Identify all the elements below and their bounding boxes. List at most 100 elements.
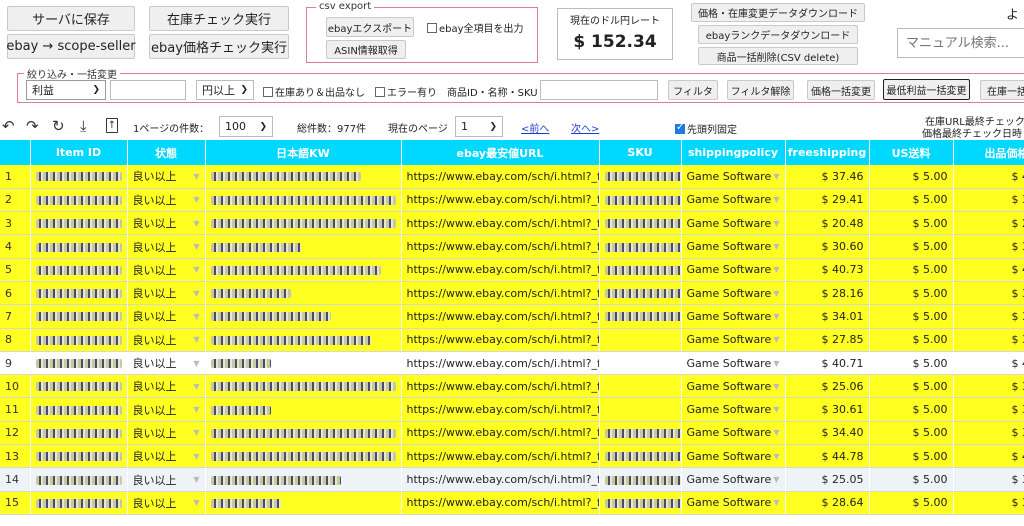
shipping-policy-cell[interactable]: Game Software ▼ xyxy=(681,397,786,422)
item-id-cell[interactable] xyxy=(30,467,128,492)
freeshipping-cell[interactable]: $ 25.06 xyxy=(785,374,870,399)
ebay-url-cell[interactable]: https://www.ebay.com/sch/i.html?_fror xyxy=(401,328,600,352)
item-id-cell[interactable] xyxy=(30,281,128,306)
item-id-cell[interactable] xyxy=(30,165,128,189)
condition-cell[interactable]: 良い以上 ▼ xyxy=(127,374,206,399)
prev-page-link[interactable]: <前へ xyxy=(521,120,549,135)
item-id-cell[interactable] xyxy=(30,491,128,515)
table-row[interactable]: 9 良い以上 ▼ https://www.ebay.com/sch/i.html?… xyxy=(0,351,1024,376)
condition-cell[interactable]: 良い以上 ▼ xyxy=(127,281,206,306)
listing-price-cell[interactable]: $ 45. xyxy=(953,258,1024,282)
us-shipping-cell[interactable]: $ 5.00 xyxy=(869,188,954,213)
table-row[interactable]: 8 良い以上 ▼ https://www.ebay.com/sch/i.html?… xyxy=(0,328,1024,352)
item-id-cell[interactable] xyxy=(30,304,128,329)
shipping-policy-cell[interactable]: Game Software ▼ xyxy=(681,165,786,189)
sku-cell[interactable] xyxy=(599,421,682,446)
us-shipping-cell[interactable]: $ 5.00 xyxy=(869,165,954,189)
listing-price-cell[interactable]: $ 32. xyxy=(953,328,1024,352)
us-shipping-cell[interactable]: $ 5.00 xyxy=(869,374,954,399)
table-row[interactable]: 12 良い以上 ▼ https://www.ebay.com/sch/i.html… xyxy=(0,421,1024,446)
table-row[interactable]: 7 良い以上 ▼ https://www.ebay.com/sch/i.html?… xyxy=(0,304,1024,329)
condition-cell[interactable]: 良い以上 ▼ xyxy=(127,165,206,189)
ebay-export-button[interactable]: ebayエクスポート xyxy=(326,17,414,37)
column-header[interactable]: US送料 xyxy=(869,140,954,165)
error-checkbox[interactable]: エラー有り xyxy=(375,84,437,99)
checkbox-box[interactable] xyxy=(675,122,685,134)
shipping-policy-cell[interactable]: Game Software ▼ xyxy=(681,234,786,259)
item-id-cell[interactable] xyxy=(30,234,128,259)
save-server-button[interactable]: サーバに保存 xyxy=(7,6,135,31)
ebay-url-cell[interactable]: https://www.ebay.com/sch/i.html?_fror xyxy=(401,467,600,492)
filter-clear-button[interactable]: フィルタ解除 xyxy=(727,80,794,100)
shipping-policy-cell[interactable]: Game Software ▼ xyxy=(681,328,786,352)
jp-keyword-cell[interactable] xyxy=(205,491,402,515)
price-bulk-button[interactable]: 価格一括変更 xyxy=(807,80,875,100)
listing-price-cell[interactable]: $ 34. xyxy=(953,188,1024,213)
listing-price-cell[interactable]: $ 25. xyxy=(953,211,1024,236)
freeze-column-checkbox[interactable]: 先頭列固定 xyxy=(675,121,737,136)
listing-price-cell[interactable]: $ 39. xyxy=(953,304,1024,329)
ebay-url-cell[interactable]: https://www.ebay.com/sch/i.html?_fror xyxy=(401,165,600,189)
shipping-policy-cell[interactable]: Game Software ▼ xyxy=(681,444,786,469)
listing-price-cell[interactable]: $ 35. xyxy=(953,397,1024,422)
freeshipping-cell[interactable]: $ 27.85 xyxy=(785,328,870,352)
item-id-cell[interactable] xyxy=(30,188,128,213)
ebay-url-cell[interactable]: https://www.ebay.com/sch/i.html?_fror xyxy=(401,421,600,446)
table-row[interactable]: 13 良い以上 ▼ https://www.ebay.com/sch/i.html… xyxy=(0,444,1024,469)
table-row[interactable]: 1 良い以上 ▼ https://www.ebay.com/sch/i.html?… xyxy=(0,165,1024,189)
sku-cell[interactable] xyxy=(599,328,682,352)
table-row[interactable]: 3 良い以上 ▼ https://www.ebay.com/sch/i.html?… xyxy=(0,211,1024,236)
table-row[interactable]: 2 良い以上 ▼ https://www.ebay.com/sch/i.html?… xyxy=(0,188,1024,213)
jp-keyword-cell[interactable] xyxy=(205,467,402,492)
sku-cell[interactable] xyxy=(599,211,682,236)
freeshipping-cell[interactable]: $ 25.05 xyxy=(785,467,870,492)
jp-keyword-cell[interactable] xyxy=(205,281,402,306)
ebay-url-cell[interactable]: https://www.ebay.com/sch/i.html?_fror xyxy=(401,444,600,469)
sku-cell[interactable] xyxy=(599,397,682,422)
min-profit-bulk-button[interactable]: 最低利益一括変更 xyxy=(883,79,970,100)
item-id-cell[interactable] xyxy=(30,397,128,422)
refresh-icon[interactable]: ↻ xyxy=(52,117,65,135)
column-header[interactable] xyxy=(0,140,31,165)
stock-check-button[interactable]: 在庫チェック実行 xyxy=(149,6,289,31)
ebay-url-cell[interactable]: https://www.ebay.com/sch/i.html?_fror xyxy=(401,374,600,399)
condition-cell[interactable]: 良い以上 ▼ xyxy=(127,328,206,352)
sku-cell[interactable] xyxy=(599,165,682,189)
table-row[interactable]: 5 良い以上 ▼ https://www.ebay.com/sch/i.html?… xyxy=(0,258,1024,282)
listing-price-cell[interactable]: $ 45. xyxy=(953,351,1024,376)
shipping-policy-cell[interactable]: Game Software ▼ xyxy=(681,258,786,282)
upload-icon[interactable]: ↑ xyxy=(106,118,118,133)
table-row[interactable]: 15 良い以上 ▼ https://www.ebay.com/sch/i.html… xyxy=(0,491,1024,515)
sku-cell[interactable] xyxy=(599,258,682,282)
listing-price-cell[interactable]: $ 42. xyxy=(953,165,1024,189)
condition-cell[interactable]: 良い以上 ▼ xyxy=(127,351,206,376)
column-header[interactable]: freeshipping xyxy=(785,140,870,165)
condition-cell[interactable]: 良い以上 ▼ xyxy=(127,304,206,329)
jp-keyword-cell[interactable] xyxy=(205,444,402,469)
checkbox-box[interactable] xyxy=(375,87,385,97)
column-header[interactable]: 状態 xyxy=(127,140,206,165)
sku-cell[interactable] xyxy=(599,374,682,399)
sku-cell[interactable] xyxy=(599,491,682,515)
shipping-policy-cell[interactable]: Game Software ▼ xyxy=(681,281,786,306)
item-id-cell[interactable] xyxy=(30,351,128,376)
column-header[interactable]: shippingpolicy xyxy=(681,140,786,165)
ebay-price-check-button[interactable]: ebay価格チェック実行 xyxy=(149,34,289,59)
in-stock-checkbox[interactable]: 在庫あり＆出品なし xyxy=(263,84,365,99)
listing-price-cell[interactable]: $ 33. xyxy=(953,281,1024,306)
jp-keyword-cell[interactable] xyxy=(205,234,402,259)
filter-button[interactable]: フィルタ xyxy=(668,80,718,100)
sku-cell[interactable] xyxy=(599,467,682,492)
condition-cell[interactable]: 良い以上 ▼ xyxy=(127,491,206,515)
freeshipping-cell[interactable]: $ 20.48 xyxy=(785,211,870,236)
column-header[interactable]: 出品価格 xyxy=(953,140,1024,165)
item-id-cell[interactable] xyxy=(30,211,128,236)
column-header[interactable]: 日本語KW xyxy=(205,140,402,165)
shipping-policy-cell[interactable]: Game Software ▼ xyxy=(681,491,786,515)
ebay-url-cell[interactable]: https://www.ebay.com/sch/i.html?_fror xyxy=(401,258,600,282)
table-row[interactable]: 11 良い以上 ▼ https://www.ebay.com/sch/i.html… xyxy=(0,397,1024,422)
listing-price-cell[interactable]: $ 49. xyxy=(953,444,1024,469)
download-icon[interactable]: ⤓ xyxy=(80,117,87,135)
table-row[interactable]: 4 良い以上 ▼ https://www.ebay.com/sch/i.html?… xyxy=(0,234,1024,259)
redo-icon[interactable]: ↷ xyxy=(26,117,39,135)
